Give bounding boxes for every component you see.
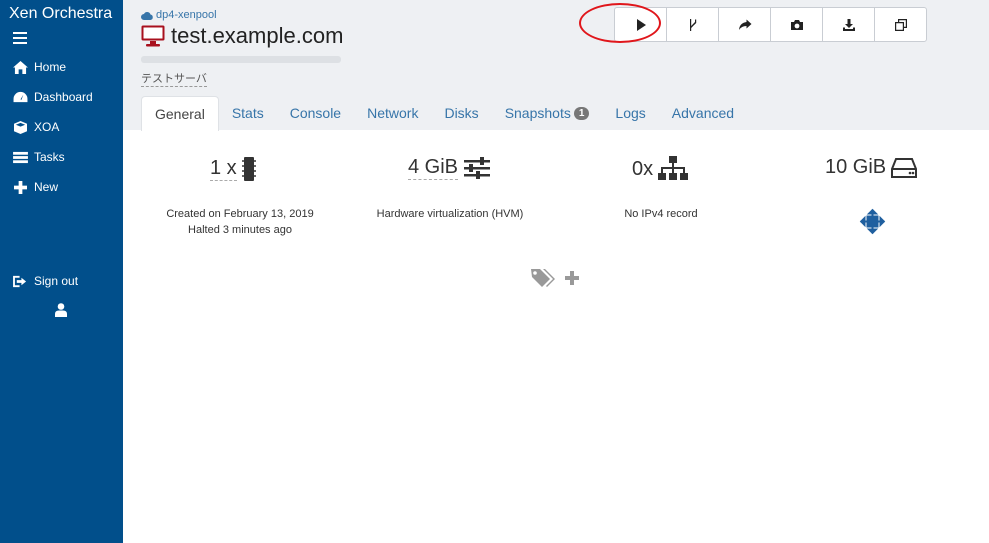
fork-icon: [689, 18, 696, 31]
created-date: Created on February 13, 2019: [166, 208, 314, 220]
virtualization-mode: Hardware virtualization (HVM): [376, 208, 524, 220]
sidebar-item-label: XOA: [34, 120, 60, 134]
cpu-stat: 1 x: [210, 156, 256, 182]
centos-logo-icon: [859, 208, 886, 235]
ipv4-info: No IPv4 record: [624, 208, 698, 220]
memory-size[interactable]: 4 GiB: [408, 156, 459, 180]
tab-snapshots-label: Snapshots: [504, 105, 571, 121]
cube-icon: [14, 120, 27, 134]
migrate-icon: [738, 19, 751, 30]
menu-toggle-icon[interactable]: [13, 32, 27, 44]
sidebar-item-home[interactable]: Home: [13, 57, 66, 77]
user-icon[interactable]: [55, 303, 67, 317]
tab-disks[interactable]: Disks: [431, 96, 491, 130]
cloud-icon: [141, 11, 153, 20]
migrate-button[interactable]: [719, 8, 771, 41]
sidebar-item-new[interactable]: New: [13, 177, 58, 197]
tab-stats[interactable]: Stats: [219, 96, 277, 130]
tab-console[interactable]: Console: [277, 96, 354, 130]
sidebar: Xen Orchestra Home Dashboard XOA Tasks N…: [0, 0, 123, 543]
tab-general[interactable]: General: [141, 96, 219, 131]
home-icon: [13, 60, 28, 74]
snapshots-count-badge: 1: [573, 106, 590, 120]
network-count: 0x: [632, 157, 654, 180]
cpu-icon: [241, 157, 256, 181]
disk-size: 10 GiB: [825, 156, 887, 178]
sidebar-item-label: New: [34, 180, 59, 194]
sidebar-item-tasks[interactable]: Tasks: [13, 147, 65, 167]
copy-button[interactable]: [875, 8, 926, 41]
vm-description[interactable]: テストサーバ: [141, 70, 207, 87]
sidebar-item-label: Home: [34, 60, 67, 74]
cpu-count[interactable]: 1 x: [210, 157, 237, 181]
vm-header: dp4-xenpool test.example.com テストサーバ Gene…: [123, 0, 989, 131]
sidebar-item-label: Dashboard: [34, 90, 93, 104]
tags-icon: [531, 269, 555, 287]
pool-link[interactable]: dp4-xenpool: [141, 9, 217, 21]
disk-stat: 10 GiB: [825, 156, 918, 179]
tab-advanced[interactable]: Advanced: [659, 96, 747, 130]
sign-out-link[interactable]: Sign out: [13, 271, 78, 291]
halted-status: Halted 3 minutes ago: [188, 224, 292, 236]
sign-out-label: Sign out: [34, 274, 79, 288]
vm-name[interactable]: test.example.com: [171, 23, 343, 49]
snapshot-icon: [790, 19, 803, 30]
created-info: Created on February 13, 2019 Halted 3 mi…: [150, 208, 330, 236]
fast-clone-button[interactable]: [667, 8, 719, 41]
memory-stat: 4 GiB: [408, 156, 491, 180]
vm-title: test.example.com: [141, 23, 343, 49]
tasks-icon: [13, 151, 28, 163]
tab-snapshots[interactable]: Snapshots 1: [492, 96, 603, 130]
redacted-uuid: [141, 56, 341, 63]
network-icon: [658, 156, 689, 180]
tags-area: [530, 268, 579, 288]
vm-tabs: General Stats Console Network Disks Snap…: [141, 96, 747, 131]
vm-toolbar: [614, 7, 927, 42]
tab-network[interactable]: Network: [354, 96, 431, 130]
desktop-icon: [141, 25, 165, 47]
pool-name: dp4-xenpool: [156, 9, 217, 21]
plus-icon: [14, 180, 27, 194]
add-tag-icon[interactable]: [565, 271, 579, 285]
copy-icon: [894, 18, 907, 31]
sidebar-item-dashboard[interactable]: Dashboard: [13, 87, 93, 107]
sidebar-item-xoa[interactable]: XOA: [13, 117, 59, 137]
sliders-icon: [464, 157, 491, 179]
tab-logs[interactable]: Logs: [602, 96, 658, 130]
sign-out-icon: [13, 275, 27, 287]
brand-title[interactable]: Xen Orchestra: [9, 5, 112, 23]
highlight-annotation: [579, 3, 661, 43]
hdd-icon: [891, 157, 918, 178]
network-stat: 0x: [632, 156, 689, 182]
export-button[interactable]: [823, 8, 875, 41]
export-icon: [842, 18, 855, 31]
snapshot-button[interactable]: [771, 8, 823, 41]
sidebar-item-label: Tasks: [34, 150, 65, 164]
dashboard-icon: [13, 91, 28, 102]
